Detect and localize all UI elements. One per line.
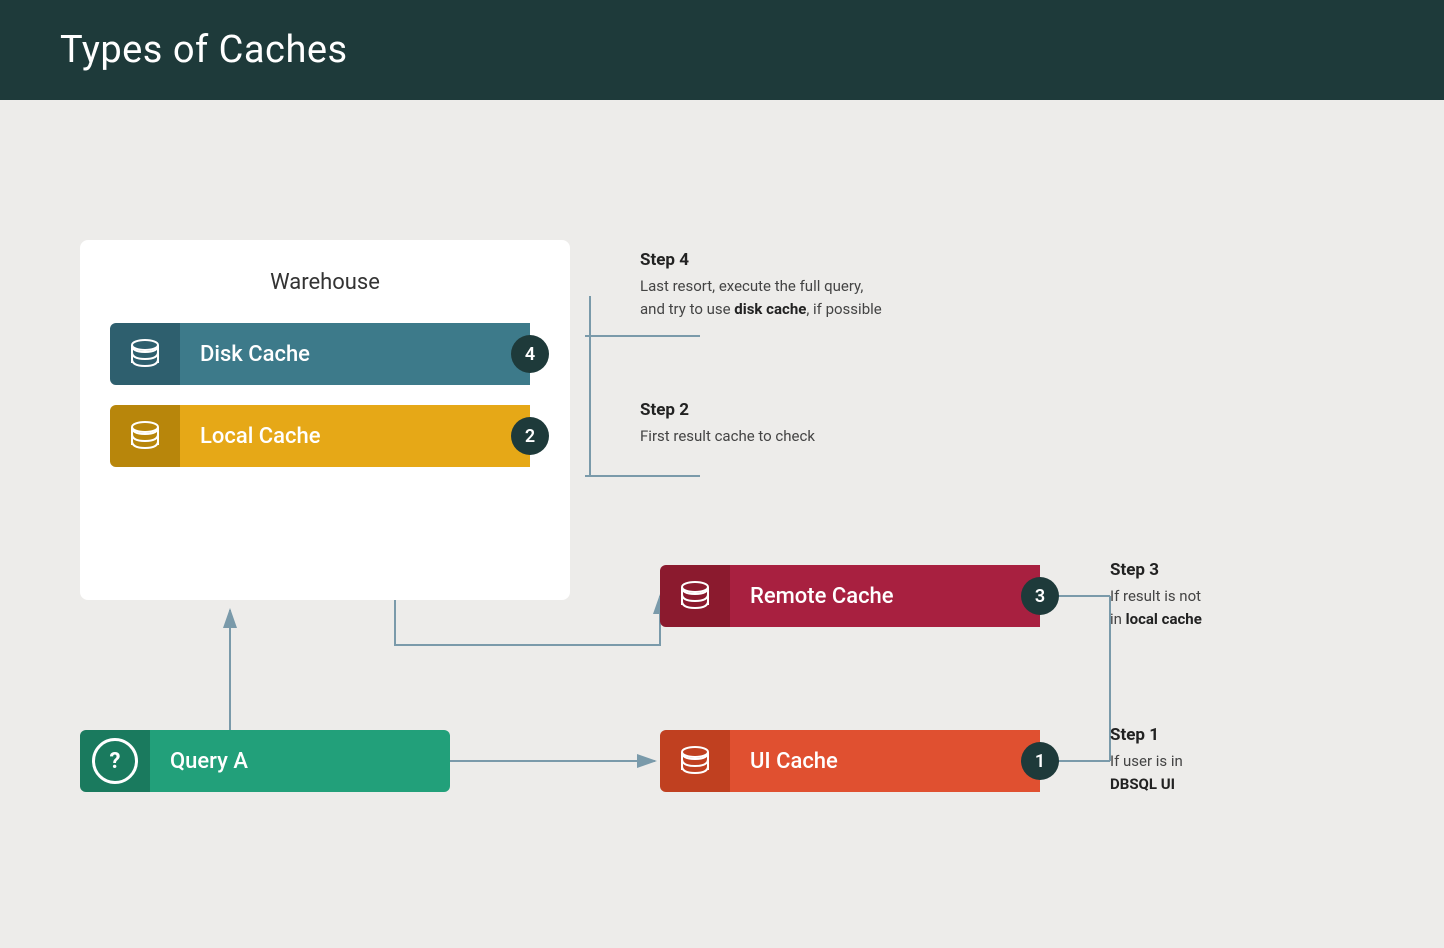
remote-cache-db-icon xyxy=(676,577,714,615)
local-cache-db-icon xyxy=(126,417,164,455)
step-1-description: Step 1 If user is in DBSQL UI xyxy=(1110,725,1183,795)
page-title: Types of Caches xyxy=(60,28,1384,72)
step-4-text: Last resort, execute the full query, and… xyxy=(640,275,882,320)
step-2-text: First result cache to check xyxy=(640,425,815,448)
disk-cache-db-icon xyxy=(126,335,164,373)
warehouse-box: Warehouse Disk Cache 4 xyxy=(80,240,570,600)
remote-cache-row: Remote Cache 3 xyxy=(660,565,1040,627)
remote-cache-step-badge: 3 xyxy=(1021,577,1059,615)
step-2-description: Step 2 First result cache to check xyxy=(640,400,815,448)
local-cache-label: Local Cache xyxy=(180,405,530,467)
ui-cache-icon-box xyxy=(660,730,730,792)
step-3-title: Step 3 xyxy=(1110,560,1202,580)
step-1-title: Step 1 xyxy=(1110,725,1183,745)
warehouse-label: Warehouse xyxy=(110,270,540,295)
header: Types of Caches xyxy=(0,0,1444,100)
ui-cache-db-icon xyxy=(676,742,714,780)
query-a-icon-box: ? xyxy=(80,730,150,792)
disk-cache-icon-box xyxy=(110,323,180,385)
disk-cache-label: Disk Cache xyxy=(180,323,530,385)
query-circle-icon: ? xyxy=(92,738,138,784)
query-a-label: Query A xyxy=(150,730,450,792)
local-cache-row: Local Cache 2 xyxy=(110,405,540,467)
ui-cache-label: UI Cache xyxy=(730,730,1040,792)
disk-cache-row: Disk Cache 4 xyxy=(110,323,540,385)
step-2-title: Step 2 xyxy=(640,400,815,420)
ui-cache-step-badge: 1 xyxy=(1021,742,1059,780)
step-4-title: Step 4 xyxy=(640,250,882,270)
local-cache-icon-box xyxy=(110,405,180,467)
local-cache-step-badge: 2 xyxy=(511,417,549,455)
step-3-description: Step 3 If result is not in local cache xyxy=(1110,560,1202,630)
step-1-text: If user is in DBSQL UI xyxy=(1110,750,1183,795)
remote-cache-label: Remote Cache xyxy=(730,565,1040,627)
step-3-text: If result is not in local cache xyxy=(1110,585,1202,630)
step-4-description: Step 4 Last resort, execute the full que… xyxy=(640,250,882,320)
query-a-row: ? Query A xyxy=(80,730,450,792)
main-content: Warehouse Disk Cache 4 xyxy=(0,100,1444,948)
ui-cache-row: UI Cache 1 xyxy=(660,730,1040,792)
disk-cache-step-badge: 4 xyxy=(511,335,549,373)
remote-cache-icon-box xyxy=(660,565,730,627)
